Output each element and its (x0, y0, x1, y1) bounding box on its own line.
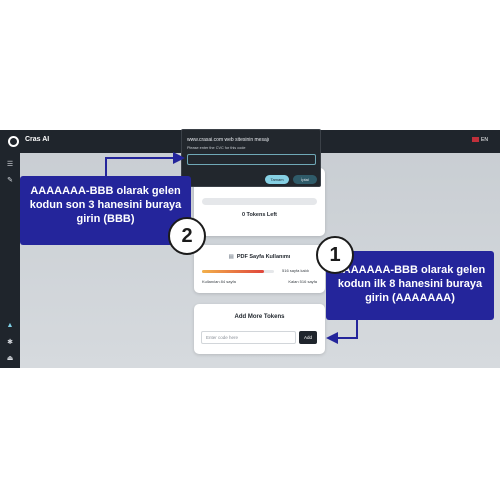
menu-icon[interactable]: ☰ (6, 161, 14, 169)
tokens-left-label: 0 Tokens Left (241, 212, 278, 218)
code-input[interactable]: Enter code here (201, 331, 296, 344)
app-title: Cras AI (25, 136, 50, 143)
pdf-usage-fill (202, 270, 264, 273)
add-tokens-card: Add More Tokens Enter code here Add (194, 304, 325, 354)
add-tokens-title: Add More Tokens (234, 314, 285, 320)
pdf-title-text: PDF Sayfa Kullanımı (236, 254, 291, 260)
pdf-remaining-label: 516 sayfa kaldı (282, 268, 309, 273)
language-label: EN (481, 137, 488, 143)
step1-badge: 1 (316, 236, 354, 274)
logout-icon[interactable]: ⏏ (6, 355, 14, 363)
add-button[interactable]: Add (299, 331, 317, 344)
language-selector[interactable]: EN (472, 137, 488, 143)
uk-flag-icon (472, 137, 480, 142)
callout-step2: AAAAAAA-BBB olarak gelen kodun son 3 han… (20, 176, 191, 245)
settings-icon[interactable]: ✱ (6, 339, 14, 347)
pdf-used-label: Kullanılan 84 sayfa (202, 279, 236, 284)
cvc-prompt-dialog: www.crasai.com web sitesinin mesajı Plea… (181, 129, 321, 187)
step2-badge: 2 (168, 217, 206, 255)
dialog-message: Please enter the CVC for this code (187, 146, 246, 150)
dialog-ok-button[interactable]: Tamam (265, 175, 289, 184)
dialog-cancel-button[interactable]: İptal (293, 175, 317, 184)
pdf-usage-bar (202, 270, 274, 273)
sidebar: ☰ ✎ ▲ ✱ ⏏ (0, 153, 20, 368)
dialog-title: www.crasai.com web sitesinin mesajı (187, 137, 270, 143)
pdf-usage-card: ▤ PDF Sayfa Kullanımı 516 sayfa kaldı Kul… (194, 245, 325, 293)
pdf-remaining-bottom-label: Kalan 516 sayfa (288, 279, 317, 284)
dialog-input[interactable] (187, 154, 316, 165)
document-icon: ▤ (228, 254, 234, 260)
tokens-progress-bar (202, 198, 317, 205)
edit-icon[interactable]: ✎ (6, 177, 14, 185)
warning-icon[interactable]: ▲ (6, 322, 14, 330)
pdf-usage-title: ▤ PDF Sayfa Kullanımı (194, 254, 325, 260)
app-logo-icon (8, 136, 19, 147)
